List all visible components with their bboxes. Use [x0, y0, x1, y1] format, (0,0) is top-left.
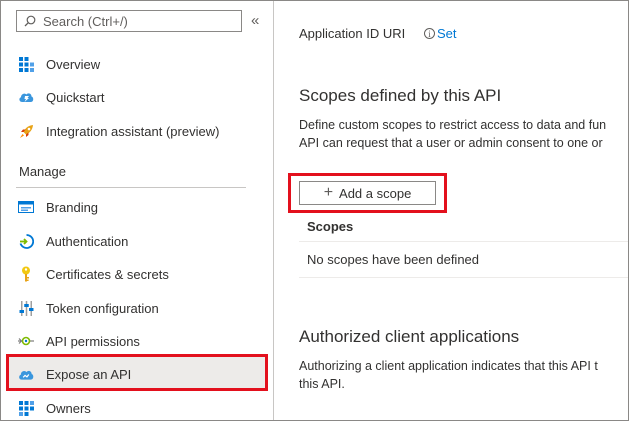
sidebar-item-label: Owners [46, 400, 91, 416]
sidebar-item-label: Integration assistant (preview) [46, 123, 220, 139]
highlight-expose-an-api [6, 354, 268, 391]
sidebar-item-branding[interactable]: Branding [1, 190, 273, 224]
set-application-id-uri-link[interactable]: i Set [424, 26, 457, 41]
scopes-description-line2: API can request that a user or admin con… [299, 136, 603, 150]
scopes-column-header: Scopes [307, 219, 354, 234]
search-icon [17, 15, 43, 27]
highlight-add-a-scope [288, 173, 447, 213]
authorized-clients-section-title: Authorized client applications [299, 327, 520, 346]
empty-scopes-message: No scopes have been defined [307, 252, 480, 267]
sidebar-item-owners[interactable]: Owners [1, 391, 273, 420]
sidebar-item-overview[interactable]: Overview [1, 47, 273, 81]
sidebar-item-label: Authentication [46, 233, 129, 249]
table-bottom-divider [299, 277, 628, 278]
key-icon [18, 266, 34, 282]
authorized-clients-description-line2: this API. [299, 377, 345, 391]
app-window: Search (Ctrl+/) « Overview Quickstart In… [0, 0, 629, 421]
authentication-icon [18, 233, 34, 249]
sidebar-item-integration-assistant[interactable]: Integration assistant (preview) [1, 114, 273, 148]
collapse-sidebar-button[interactable]: « [251, 12, 259, 29]
branding-icon [18, 199, 34, 215]
sidebar-item-label: Token configuration [46, 300, 159, 316]
section-header-manage: Manage [19, 164, 66, 179]
sidebar-item-authentication[interactable]: Authentication [1, 224, 273, 258]
info-icon: i [424, 28, 435, 39]
rocket-icon [18, 123, 34, 139]
sidebar-item-quickstart[interactable]: Quickstart [1, 80, 273, 114]
sidebar-item-label: Overview [46, 56, 101, 72]
sidebar-item-api-permissions[interactable]: API permissions [1, 324, 273, 358]
sidebar-item-label: Branding [46, 199, 99, 215]
sidebar-item-token-configuration[interactable]: Token configuration [1, 291, 273, 325]
section-divider [16, 187, 246, 188]
table-header-divider [299, 241, 628, 242]
search-input[interactable]: Search (Ctrl+/) [16, 10, 242, 32]
set-link-label: Set [437, 26, 457, 41]
sidebar-item-label: API permissions [46, 333, 140, 349]
search-placeholder: Search (Ctrl+/) [43, 13, 128, 29]
scopes-section-title: Scopes defined by this API [299, 86, 502, 105]
sidebar-item-label: Quickstart [46, 89, 105, 105]
quickstart-cloud-icon [18, 89, 34, 105]
token-sliders-icon [18, 300, 34, 316]
application-id-uri-label: Application ID URI [299, 26, 406, 41]
sidebar: Search (Ctrl+/) « Overview Quickstart In… [1, 1, 274, 420]
main-content: Application ID URI i Set Scopes defined … [274, 1, 628, 420]
authorized-clients-description-line1: Authorizing a client application indicat… [299, 359, 598, 373]
sidebar-item-label: Certificates & secrets [46, 266, 169, 282]
sidebar-item-certificates-secrets[interactable]: Certificates & secrets [1, 257, 273, 291]
overview-grid-icon [18, 56, 34, 72]
owners-grid-icon [18, 400, 34, 416]
scopes-description-line1: Define custom scopes to restrict access … [299, 118, 607, 132]
api-permissions-icon [18, 333, 34, 349]
